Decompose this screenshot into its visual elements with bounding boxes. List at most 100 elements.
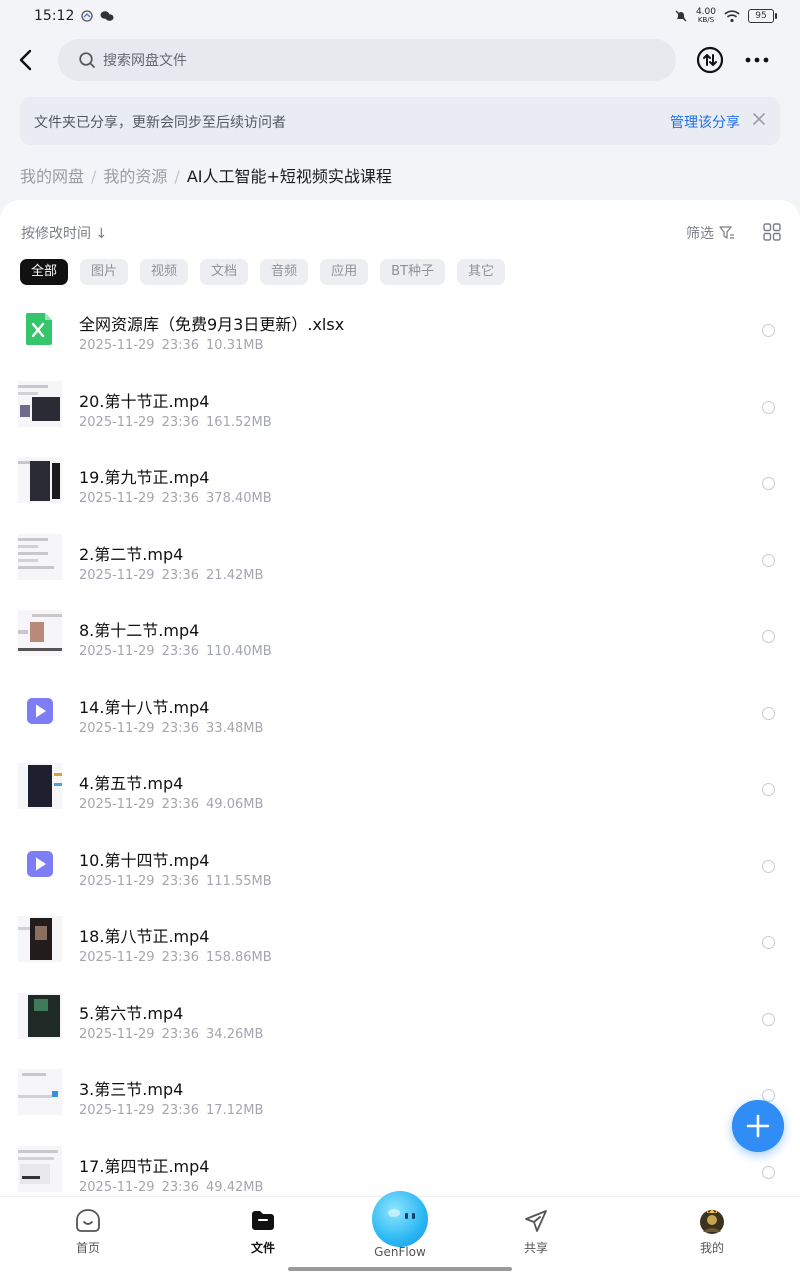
- chip-audio[interactable]: 音频: [260, 259, 309, 285]
- avatar: [700, 1209, 724, 1234]
- file-meta: 2025-11-29 23:36 110.40MB: [79, 644, 272, 659]
- file-name: 2.第二节.mp4: [79, 544, 184, 564]
- search-input[interactable]: 搜索网盘文件: [58, 39, 676, 81]
- file-row[interactable]: 19.第九节正.mp4 2025-11-29 23:36 378.40MB: [0, 449, 800, 526]
- file-meta: 2025-11-29 23:36 49.06MB: [79, 797, 264, 812]
- video-thumbnail: [18, 610, 62, 656]
- file-name: 20.第十节正.mp4: [79, 391, 210, 411]
- select-checkbox[interactable]: [762, 553, 775, 567]
- nav-files[interactable]: 文件: [223, 1207, 303, 1256]
- file-meta: 2025-11-29 23:36 378.40MB: [79, 491, 272, 506]
- file-row[interactable]: 14.第十八节.mp4 2025-11-29 23:36 33.48MB: [0, 679, 800, 756]
- filter-button[interactable]: 筛选: [686, 223, 735, 243]
- file-row[interactable]: 2.第二节.mp4 2025-11-29 23:36 21.42MB: [0, 526, 800, 603]
- transfer-icon[interactable]: [696, 46, 724, 74]
- home-icon: [76, 1209, 100, 1232]
- file-meta: 2025-11-29 23:36 33.48MB: [79, 720, 264, 736]
- chip-apps[interactable]: 应用: [320, 259, 369, 285]
- back-arrow-icon[interactable]: [14, 46, 40, 74]
- file-list: 全网资源库（免费9月3日更新）.xlsx 2025-11-29 23:36 10.3…: [0, 296, 800, 1200]
- grid-view-icon[interactable]: [763, 223, 781, 241]
- manage-share-link[interactable]: 管理该分享: [670, 112, 740, 132]
- select-checkbox[interactable]: [762, 400, 775, 414]
- excel-icon: [26, 313, 52, 345]
- nav-label: 共享: [523, 1241, 548, 1255]
- filter-icon: [719, 226, 734, 239]
- chip-videos[interactable]: 视频: [140, 259, 189, 285]
- file-name: 19.第九节正.mp4: [79, 468, 210, 487]
- video-thumbnail: [18, 763, 62, 809]
- close-icon[interactable]: [752, 112, 766, 126]
- file-row[interactable]: 3.第三节.mp4 2025-11-29 23:36 17.12MB: [0, 1061, 800, 1138]
- status-bar: 15:12 4.00 KB/S 95: [0, 0, 800, 34]
- file-row[interactable]: 5.第六节.mp4 2025-11-29 23:36 34.26MB: [0, 985, 800, 1062]
- breadcrumb-separator: /: [174, 167, 180, 186]
- video-play-icon: [27, 697, 53, 724]
- file-row[interactable]: 4.第五节.mp4 2025-11-29 23:36 49.06MB: [0, 755, 800, 832]
- file-row[interactable]: 10.第十四节.mp4 2025-11-29 23:36 111.55MB: [0, 832, 800, 909]
- category-filter-chips: 全部 图片 视频 文档 音频 应用 BT种子 其它: [20, 259, 505, 285]
- file-name: 3.第三节.mp4: [79, 1080, 184, 1099]
- add-button[interactable]: [732, 1100, 784, 1152]
- search-icon: [79, 52, 95, 68]
- file-name: 4.第五节.mp4: [79, 774, 184, 793]
- file-row[interactable]: 20.第十节正.mp4 2025-11-29 23:36 161.52MB: [0, 373, 800, 450]
- select-checkbox[interactable]: [762, 1012, 775, 1026]
- breadcrumb: 我的网盘 / 我的资源 / AI人工智能+短视频实战课程: [20, 163, 392, 187]
- wechat-icon: [100, 11, 114, 21]
- network-speed: 4.00 KB/S: [695, 7, 716, 25]
- nav-genflow[interactable]: GenFlow: [360, 1191, 440, 1259]
- file-meta: 2025-11-29 23:36 17.12MB: [79, 1103, 264, 1118]
- file-name: 10.第十四节.mp4: [79, 850, 210, 870]
- file-meta: 2025-11-29 23:36 49.42MB: [79, 1179, 264, 1195]
- select-checkbox[interactable]: [762, 936, 775, 949]
- video-thumbnail: [18, 380, 62, 427]
- banner-text: 文件夹已分享，更新会同步至后续访问者: [34, 115, 286, 131]
- file-row[interactable]: 8.第十二节.mp4 2025-11-29 23:36 110.40MB: [0, 602, 800, 679]
- file-name: 全网资源库（免费9月3日更新）.xlsx: [79, 315, 345, 334]
- file-name: 8.第十二节.mp4: [79, 621, 200, 640]
- select-checkbox[interactable]: [762, 706, 775, 720]
- nav-label: 我的: [699, 1241, 724, 1255]
- file-meta: 2025-11-29 23:36 158.86MB: [79, 950, 272, 965]
- breadcrumb-current: AI人工智能+短视频实战课程: [186, 167, 392, 186]
- file-meta: 2025-11-29 23:36 161.52MB: [79, 414, 272, 430]
- nav-label: 首页: [75, 1241, 100, 1255]
- share-banner: 文件夹已分享，更新会同步至后续访问者 管理该分享: [20, 97, 780, 145]
- nav-profile[interactable]: 我的: [672, 1207, 752, 1256]
- status-time: 15:12: [34, 8, 75, 24]
- file-name: 17.第四节正.mp4: [79, 1156, 210, 1176]
- file-row[interactable]: 18.第八节正.mp4 2025-11-29 23:36 158.86MB: [0, 908, 800, 985]
- nav-label: GenFlow: [374, 1245, 426, 1259]
- breadcrumb-item[interactable]: 我的网盘: [20, 167, 84, 186]
- video-thumbnail: [18, 533, 62, 580]
- sort-by-modified-button[interactable]: 按修改时间 ↓: [21, 223, 107, 243]
- chip-documents[interactable]: 文档: [200, 259, 249, 285]
- select-checkbox[interactable]: [762, 783, 775, 796]
- nav-home[interactable]: 首页: [48, 1207, 128, 1256]
- battery-indicator: 95: [748, 9, 777, 23]
- file-meta: 2025-11-29 23:36 34.26MB: [79, 1026, 264, 1042]
- select-checkbox[interactable]: [762, 859, 775, 873]
- file-name: 5.第六节.mp4: [79, 1003, 184, 1023]
- file-meta: 2025-11-29 23:36 10.31MB: [79, 338, 264, 353]
- file-name: 18.第八节正.mp4: [79, 927, 210, 946]
- mute-bell-icon: [675, 10, 687, 22]
- home-indicator: [288, 1267, 512, 1271]
- video-thumbnail: [18, 916, 62, 962]
- chip-all[interactable]: 全部: [20, 259, 69, 285]
- select-checkbox[interactable]: [762, 630, 775, 643]
- nav-label: 文件: [250, 1241, 275, 1255]
- chip-images[interactable]: 图片: [80, 259, 129, 285]
- filter-label: 筛选: [686, 226, 714, 242]
- chip-bt-torrent[interactable]: BT种子: [380, 259, 445, 285]
- select-checkbox[interactable]: [762, 324, 775, 337]
- folder-icon: [252, 1211, 274, 1230]
- chip-other[interactable]: 其它: [456, 259, 505, 285]
- nav-share[interactable]: 共享: [496, 1207, 576, 1256]
- more-icon[interactable]: [744, 50, 770, 70]
- select-checkbox[interactable]: [762, 477, 775, 490]
- breadcrumb-item[interactable]: 我的资源: [103, 167, 167, 186]
- select-checkbox[interactable]: [762, 1165, 775, 1179]
- file-row[interactable]: 全网资源库（免费9月3日更新）.xlsx 2025-11-29 23:36 10.3…: [0, 296, 800, 373]
